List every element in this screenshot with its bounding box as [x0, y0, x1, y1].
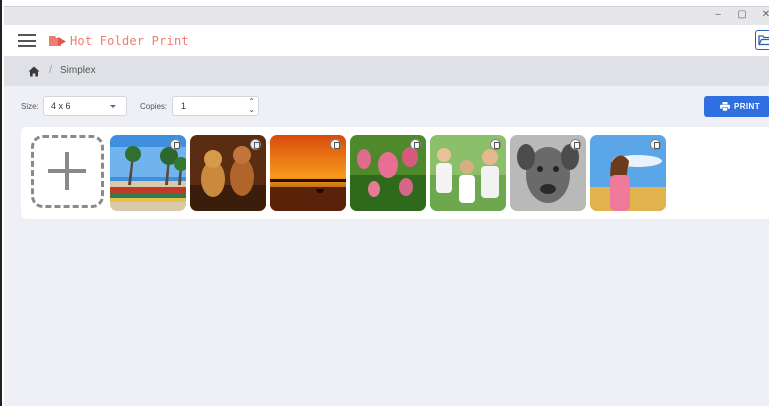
- copies-value: 1: [181, 101, 187, 111]
- copies-input[interactable]: 1 ⌃ ⌄: [172, 96, 259, 116]
- image-thumbnail[interactable]: [350, 135, 426, 211]
- app-header: Hot Folder Print: [4, 25, 769, 56]
- app-logo-icon: [49, 36, 66, 46]
- image-thumbnail[interactable]: [590, 135, 666, 211]
- breadcrumb: / Simplex: [4, 56, 769, 86]
- image-thumbnail[interactable]: [430, 135, 506, 211]
- size-select[interactable]: 4 x 6: [43, 96, 127, 116]
- size-value: 4 x 6: [51, 101, 71, 111]
- app-window: – ▢ ✕ Hot Folder Print / Simplex Size: 4…: [0, 0, 769, 406]
- print-button[interactable]: PRINT: [704, 96, 769, 117]
- hamburger-menu-icon[interactable]: [18, 34, 36, 47]
- delete-image-icon[interactable]: [650, 139, 661, 150]
- maximize-button[interactable]: ▢: [735, 9, 749, 20]
- delete-image-icon[interactable]: [570, 139, 581, 150]
- delete-image-icon[interactable]: [490, 139, 501, 150]
- chevron-down-icon: [110, 105, 116, 108]
- image-thumbnail[interactable]: [270, 135, 346, 211]
- printer-icon: [720, 102, 730, 111]
- open-folder-button[interactable]: [755, 30, 769, 50]
- minimize-button[interactable]: –: [711, 9, 725, 20]
- image-thumbnail[interactable]: [190, 135, 266, 211]
- print-label: PRINT: [734, 102, 760, 111]
- image-gallery: [21, 127, 769, 219]
- title-bar: – ▢ ✕: [4, 6, 769, 26]
- breadcrumb-current[interactable]: Simplex: [60, 65, 96, 76]
- folder-icon: [758, 35, 769, 46]
- copies-label: Copies:: [140, 102, 168, 111]
- size-label: Size:: [21, 102, 39, 111]
- home-icon[interactable]: [28, 66, 40, 77]
- delete-image-icon[interactable]: [330, 139, 341, 150]
- image-thumbnail[interactable]: [110, 135, 186, 211]
- close-button[interactable]: ✕: [759, 9, 769, 20]
- delete-image-icon[interactable]: [410, 139, 421, 150]
- breadcrumb-separator: /: [49, 64, 53, 76]
- app-title: Hot Folder Print: [70, 34, 189, 48]
- main-content: Size: 4 x 6 Copies: 1 ⌃ ⌄ PRINT: [4, 86, 769, 406]
- decrement-icon[interactable]: ⌄: [248, 106, 255, 114]
- delete-image-icon[interactable]: [250, 139, 261, 150]
- image-thumbnail[interactable]: [510, 135, 586, 211]
- add-image-button[interactable]: [31, 135, 104, 208]
- delete-image-icon[interactable]: [170, 139, 181, 150]
